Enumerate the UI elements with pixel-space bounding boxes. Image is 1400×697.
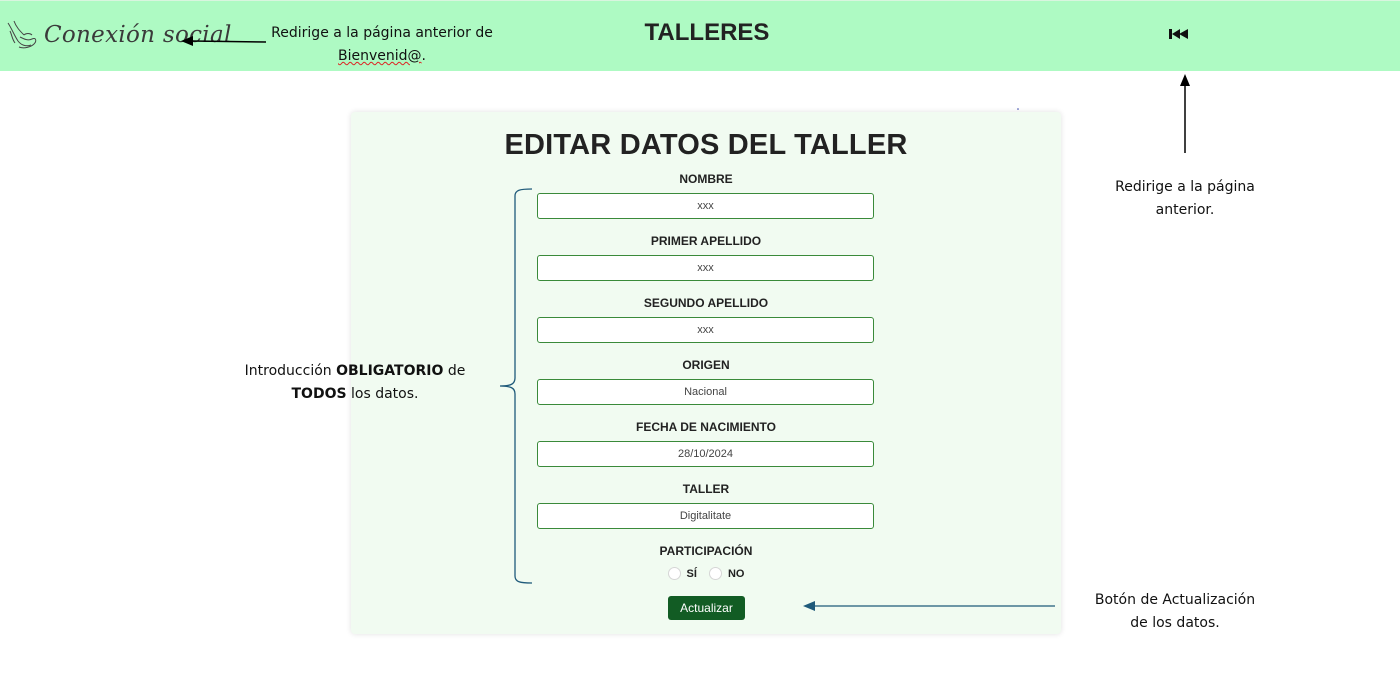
participation-option-no[interactable]: NO: [708, 567, 745, 580]
segundo-apellido-input[interactable]: [537, 317, 874, 343]
participation-option-yes[interactable]: SÍ: [667, 567, 697, 580]
logo-annotation: Redirige a la página anterior de Bienven…: [262, 22, 502, 68]
logo-annotation-line1: Redirige a la página anterior de: [271, 25, 493, 41]
skip-back-icon: [1169, 29, 1188, 39]
fecha-nacimiento-input[interactable]: [537, 441, 874, 467]
required-annotation-pre: Introducción: [244, 363, 337, 379]
radio-yes[interactable]: [667, 567, 681, 580]
label-taller: TALLER: [682, 482, 730, 496]
page: Conexión social TALLERES EDITAR DATOS DE…: [0, 0, 1400, 697]
taller-input[interactable]: [537, 503, 874, 529]
required-annotation-mid: de: [443, 363, 466, 379]
radio-yes-label: SÍ: [686, 567, 697, 580]
label-fecha-nacimiento: FECHA DE NACIMIENTO: [635, 420, 776, 434]
radio-no[interactable]: [708, 567, 722, 580]
update-button[interactable]: Actualizar: [668, 596, 745, 620]
origen-input[interactable]: [537, 379, 874, 405]
required-annotation-bold1: OBLIGATORIO: [336, 363, 444, 379]
radio-no-label: NO: [727, 567, 745, 580]
back-arrow: [1180, 74, 1190, 153]
nombre-input[interactable]: [537, 193, 874, 219]
update-annotation-line2: de los datos.: [1130, 615, 1220, 631]
back-annotation-line2: anterior.: [1155, 202, 1215, 218]
label-participacion: PARTICIPACIÓN: [659, 544, 753, 558]
header-bar: Conexión social TALLERES: [0, 0, 1400, 71]
label-primer-apellido: PRIMER APELLIDO: [650, 234, 762, 248]
participation-radio-group: SÍ NO: [351, 567, 1061, 580]
back-annotation-line1: Redirige a la página: [1115, 179, 1255, 195]
back-annotation: Redirige a la página anterior.: [1100, 176, 1270, 222]
required-annotation-bold2: TODOS: [291, 386, 347, 402]
form-title: EDITAR DATOS DEL TALLER: [504, 129, 908, 161]
required-annotation: Introducción OBLIGATORIO de TODOS los da…: [236, 360, 474, 406]
page-title: TALLERES: [644, 19, 770, 46]
label-segundo-apellido: SEGUNDO APELLIDO: [643, 296, 769, 310]
logo-annotation-word: Bienvenid@: [338, 48, 422, 64]
primer-apellido-input[interactable]: [537, 255, 874, 281]
required-annotation-post: los datos.: [346, 386, 419, 402]
back-button[interactable]: [1168, 26, 1190, 42]
label-nombre: NOMBRE: [679, 172, 733, 186]
update-annotation: Botón de Actualización de los datos.: [1084, 589, 1266, 635]
update-annotation-line1: Botón de Actualización: [1094, 592, 1256, 608]
logo-annotation-end: .: [421, 48, 426, 64]
